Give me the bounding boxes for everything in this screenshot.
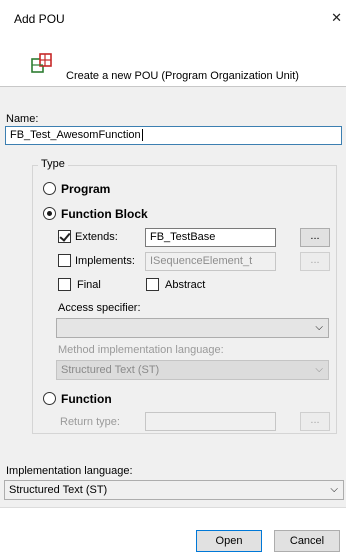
final-checkbox[interactable] bbox=[58, 278, 71, 291]
chevron-down-icon: ⌵ bbox=[315, 322, 323, 333]
access-specifier-dropdown[interactable]: ⌵ bbox=[56, 318, 329, 338]
implements-input[interactable]: ISequenceElement_t bbox=[145, 252, 276, 271]
implements-label: Implements: bbox=[75, 255, 135, 267]
add-pou-dialog: Add POU ✕ Create a new POU (Program Orga… bbox=[0, 0, 346, 558]
function-label: Function bbox=[61, 392, 112, 406]
function-radio[interactable] bbox=[43, 392, 56, 405]
return-type-input[interactable] bbox=[145, 412, 276, 431]
type-group-title: Type bbox=[38, 158, 68, 170]
implements-browse-button[interactable]: ... bbox=[300, 252, 330, 271]
abstract-checkbox[interactable] bbox=[146, 278, 159, 291]
open-button[interactable]: Open bbox=[196, 530, 262, 552]
close-icon[interactable]: ✕ bbox=[331, 10, 342, 26]
function-block-radio[interactable] bbox=[43, 207, 56, 220]
return-type-label: Return type: bbox=[60, 416, 120, 428]
function-block-label: Function Block bbox=[61, 207, 148, 221]
method-impl-language-dropdown[interactable]: Structured Text (ST) ⌵ bbox=[56, 360, 329, 380]
final-label: Final bbox=[77, 279, 101, 291]
cancel-button[interactable]: Cancel bbox=[274, 530, 340, 552]
title-bar: Add POU ✕ bbox=[0, 0, 346, 30]
chevron-down-icon: ⌵ bbox=[315, 364, 323, 375]
name-input[interactable]: FB_Test_AwesomFunction bbox=[5, 126, 342, 145]
extends-checkbox[interactable] bbox=[58, 230, 71, 243]
implementation-language-dropdown[interactable]: Structured Text (ST) ⌵ bbox=[4, 480, 344, 500]
access-specifier-label: Access specifier: bbox=[58, 302, 141, 314]
dialog-header: Create a new POU (Program Organization U… bbox=[0, 30, 346, 86]
dialog-title: Add POU bbox=[14, 12, 65, 26]
abstract-label: Abstract bbox=[165, 279, 206, 291]
chevron-down-icon: ⌵ bbox=[330, 484, 338, 495]
return-type-browse-button[interactable]: ... bbox=[300, 412, 330, 431]
header-description: Create a new POU (Program Organization U… bbox=[66, 70, 299, 82]
method-impl-language-label: Method implementation language: bbox=[58, 344, 224, 356]
extends-label: Extends: bbox=[75, 231, 118, 243]
extends-browse-button[interactable]: ... bbox=[300, 228, 330, 247]
implementation-language-label: Implementation language: bbox=[6, 465, 133, 477]
program-radio[interactable] bbox=[43, 182, 56, 195]
name-label: Name: bbox=[6, 113, 39, 125]
pou-icon bbox=[31, 53, 52, 73]
program-label: Program bbox=[61, 182, 111, 196]
implements-checkbox[interactable] bbox=[58, 254, 71, 267]
extends-input[interactable]: FB_TestBase bbox=[145, 228, 276, 247]
